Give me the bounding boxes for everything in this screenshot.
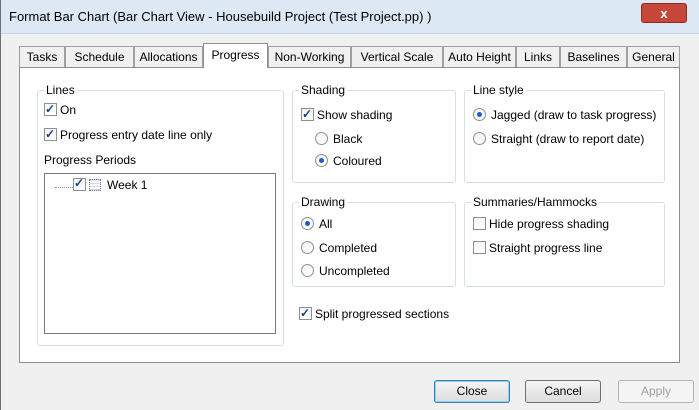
checkbox-box[interactable] [44, 101, 57, 117]
lines-group: Lines On Progress entry date line only P… [37, 83, 284, 346]
tree-connector [55, 187, 75, 188]
checkbox-box[interactable] [301, 106, 314, 122]
shading-black-radio[interactable]: Black [315, 131, 362, 147]
split-progressed-sections-checkbox[interactable]: Split progressed sections [299, 305, 450, 322]
shading-black-label: Black [333, 132, 363, 146]
progress-periods-label: Progress Periods [44, 153, 137, 167]
tab-links[interactable]: Links [516, 46, 560, 67]
drawing-all-label: All [319, 217, 333, 231]
checkbox-box[interactable] [299, 305, 312, 321]
tab-progress[interactable]: Progress [203, 43, 268, 68]
line-style-group-title: Line style [471, 83, 526, 97]
title-bar: Format Bar Chart (Bar Chart View - House… [1, 0, 699, 34]
checkbox-box[interactable] [44, 126, 57, 142]
radio-circle[interactable] [315, 132, 328, 145]
summaries-hammocks-group-title: Summaries/Hammocks [471, 195, 600, 209]
tab-vertical-scale[interactable]: Vertical Scale [351, 46, 443, 67]
lines-on-label: On [60, 103, 77, 117]
tab-schedule[interactable]: Schedule [65, 46, 134, 67]
tab-general[interactable]: General [627, 46, 680, 67]
drawing-group: Drawing All Completed Uncompleted [292, 195, 456, 287]
format-bar-chart-dialog: Format Bar Chart (Bar Chart View - House… [0, 0, 699, 410]
progress-period-label: Week 1 [107, 178, 148, 192]
straight-line-label: Straight (draw to report date) [491, 132, 645, 146]
summaries-hammocks-group: Summaries/Hammocks Hide progress shading… [464, 195, 665, 287]
radio-circle[interactable] [301, 241, 314, 254]
straight-progress-line-label: Straight progress line [489, 241, 603, 255]
jagged-line-radio[interactable]: Jagged (draw to task progress) [473, 107, 656, 123]
jagged-line-label: Jagged (draw to task progress) [491, 108, 657, 122]
close-button[interactable]: Close [434, 380, 510, 403]
checkbox-box[interactable] [473, 217, 486, 230]
split-progressed-sections-label: Split progressed sections [315, 307, 450, 321]
progress-periods-list[interactable]: Week 1 [44, 173, 276, 334]
straight-progress-line-checkbox[interactable]: Straight progress line [473, 240, 602, 256]
tab-allocations[interactable]: Allocations [134, 46, 203, 67]
lines-on-checkbox[interactable]: On [44, 101, 77, 118]
straight-line-radio[interactable]: Straight (draw to report date) [473, 131, 644, 147]
progress-tab-panel: Lines On Progress entry date line only P… [19, 67, 680, 363]
radio-circle[interactable] [301, 217, 314, 230]
radio-circle[interactable] [315, 154, 328, 167]
shading-coloured-label: Coloured [333, 154, 382, 168]
radio-circle[interactable] [301, 264, 314, 277]
drawing-uncompleted-label: Uncompleted [319, 264, 390, 278]
drawing-completed-radio[interactable]: Completed [301, 240, 377, 256]
period-checkbox[interactable] [73, 176, 86, 191]
radio-circle[interactable] [473, 132, 486, 145]
tab-baselines[interactable]: Baselines [560, 46, 627, 67]
progress-entry-date-line-label: Progress entry date line only [60, 128, 213, 142]
cancel-button[interactable]: Cancel [525, 380, 601, 403]
checkbox-box[interactable] [473, 241, 486, 254]
tab-non-working[interactable]: Non-Working [268, 46, 351, 67]
show-shading-checkbox[interactable]: Show shading [301, 106, 393, 123]
progress-entry-date-line-checkbox[interactable]: Progress entry date line only [44, 126, 213, 143]
drawing-all-radio[interactable]: All [301, 216, 332, 232]
progress-period-item[interactable]: Week 1 [73, 176, 148, 192]
close-icon: x [660, 6, 668, 21]
lines-group-title: Lines [44, 83, 77, 97]
progress-period-icon [89, 179, 101, 191]
drawing-uncompleted-radio[interactable]: Uncompleted [301, 263, 390, 279]
shading-group-title: Shading [299, 83, 348, 97]
hide-progress-shading-label: Hide progress shading [489, 217, 610, 231]
hide-progress-shading-checkbox[interactable]: Hide progress shading [473, 216, 609, 232]
drawing-group-title: Drawing [299, 195, 348, 209]
shading-coloured-radio[interactable]: Coloured [315, 153, 382, 169]
close-window-button[interactable]: x [641, 3, 687, 23]
show-shading-label: Show shading [317, 108, 393, 122]
drawing-completed-label: Completed [319, 241, 378, 255]
radio-circle[interactable] [473, 108, 486, 121]
tab-tasks[interactable]: Tasks [19, 46, 65, 67]
shading-group: Shading Show shading Black Coloured [292, 83, 456, 183]
line-style-group: Line style Jagged (draw to task progress… [464, 83, 665, 183]
apply-button[interactable]: Apply [618, 380, 694, 403]
window-title: Format Bar Chart (Bar Chart View - House… [9, 9, 432, 24]
tab-auto-height[interactable]: Auto Height [443, 46, 516, 67]
